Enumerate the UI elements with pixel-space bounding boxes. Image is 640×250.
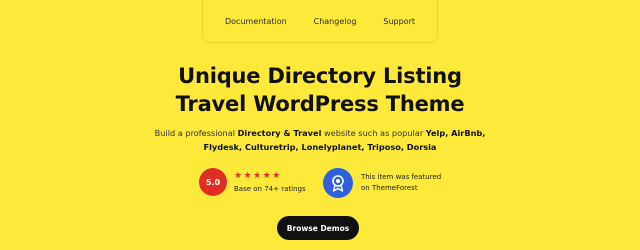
desc-text-2: website such as popular — [321, 128, 426, 138]
desc-text-1: Build a professional — [154, 128, 238, 138]
nav-support-link[interactable]: Support — [383, 17, 415, 26]
award-ribbon-icon — [323, 168, 353, 198]
featured-block: This item was featured on ThemeForest — [323, 168, 441, 198]
desc-bold-3: Flydesk, Culturetrip, Lonelyplanet, Trip… — [203, 142, 437, 152]
nav-documentation-link[interactable]: Documentation — [225, 17, 287, 26]
rating-block: 5.0 ★★★★★ Base on 74+ ratings — [199, 168, 306, 196]
desc-bold-1: Directory & Travel — [237, 128, 322, 138]
hero-description: Build a professional Directory & Travel … — [0, 126, 640, 154]
rating-stars: ★★★★★ — [234, 171, 282, 181]
hero-title-line2: Travel WordPress Theme — [175, 92, 465, 116]
featured-line1: This item was featured — [361, 173, 442, 181]
rating-score-badge: 5.0 — [199, 168, 227, 196]
nav-changelog-link[interactable]: Changelog — [314, 17, 357, 26]
browse-demos-button[interactable]: Browse Demos — [277, 216, 359, 240]
hero-title-line1: Unique Directory Listing — [178, 64, 462, 88]
desc-bold-2: Yelp, AirBnb, — [425, 128, 486, 138]
hero-title: Unique Directory Listing Travel WordPres… — [0, 62, 640, 118]
top-nav: Documentation Changelog Support — [202, 0, 438, 43]
rating-label: Base on 74+ ratings — [234, 185, 306, 193]
featured-line2: on ThemeForest — [361, 184, 418, 192]
